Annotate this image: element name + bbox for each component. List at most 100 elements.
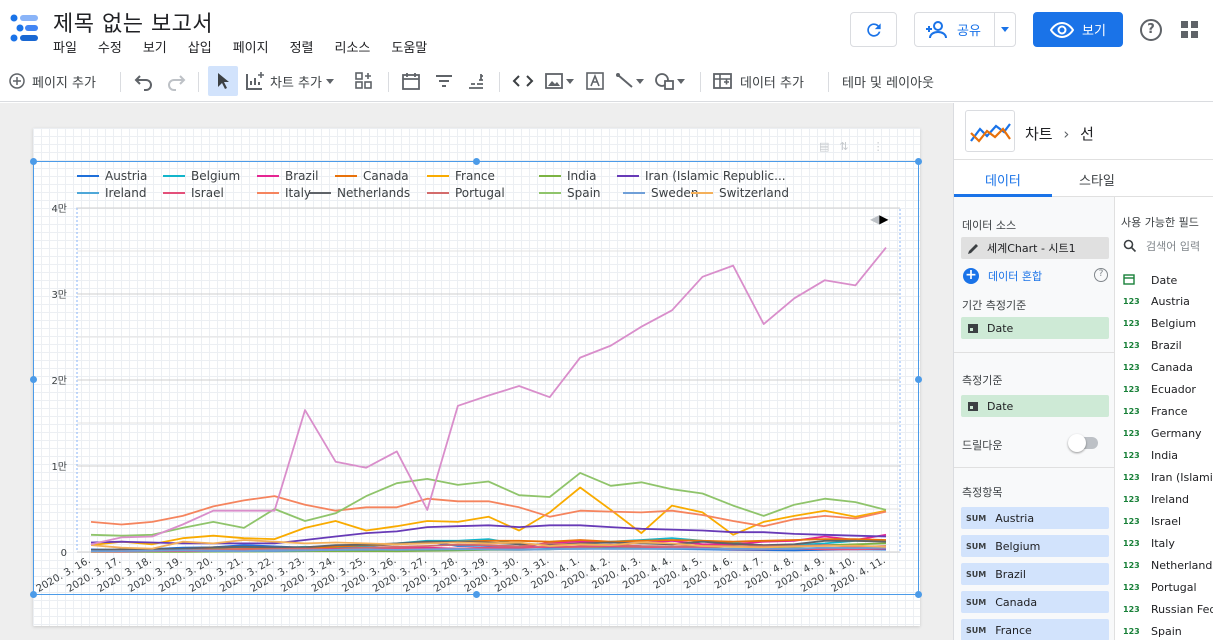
share-dropdown-icon[interactable]	[1001, 27, 1009, 32]
metric-chip[interactable]: SUM Belgium	[961, 535, 1109, 557]
menu-insert[interactable]: 삽입	[188, 37, 212, 56]
image-button[interactable]	[544, 62, 575, 100]
aggregation-label[interactable]: SUM	[966, 514, 986, 523]
legend-item[interactable]: Israel	[163, 186, 224, 200]
legend-item[interactable]: Canada	[335, 169, 409, 183]
legend-item[interactable]: Netherlands	[309, 186, 410, 200]
aggregation-label[interactable]: SUM	[966, 598, 986, 607]
field-item[interactable]: 123 Israel	[1123, 515, 1181, 528]
help-circle-icon[interactable]: ?	[1094, 268, 1108, 282]
tab-style[interactable]: 스타일	[1079, 170, 1115, 189]
legend-item[interactable]: Switzerland	[691, 186, 789, 200]
metric-chip[interactable]: SUM Canada	[961, 591, 1109, 613]
field-item[interactable]: 123 Austria	[1123, 295, 1190, 308]
legend-item[interactable]: Italy	[257, 186, 311, 200]
resize-handle-l[interactable]	[30, 376, 37, 383]
report-page[interactable]: ▤ ⇅ ⋮ 0 1만 2만 3만 4만 2020. 3. 16. 2020. 3. 17. 2…	[30, 128, 922, 626]
edit-pencil-icon[interactable]	[963, 237, 983, 259]
aggregation-label[interactable]: SUM	[966, 542, 986, 551]
menu-page[interactable]: 페이지	[233, 37, 269, 56]
data-source-chip[interactable]: 세계Chart - 시트1	[961, 237, 1109, 259]
legend-item[interactable]: Portugal	[427, 186, 505, 200]
resize-handle-bl[interactable]	[30, 591, 37, 598]
sort-direction-icon[interactable]: ⇅	[839, 140, 848, 153]
apps-grid-icon[interactable]	[1181, 21, 1199, 39]
embed-code-button[interactable]	[512, 62, 534, 100]
add-page-button[interactable]: 페이지 추가	[8, 62, 96, 100]
legend-prev-icon[interactable]: ◀	[870, 212, 879, 226]
menu-resource[interactable]: 리소스	[335, 37, 371, 56]
resize-handle-t[interactable]	[473, 158, 480, 165]
aggregation-label[interactable]: SUM	[966, 570, 986, 579]
add-control-button[interactable]	[354, 62, 374, 100]
add-data-button[interactable]: 데이터 추가	[712, 62, 804, 100]
add-chart-button[interactable]: 차트 추가	[245, 62, 335, 100]
help-icon[interactable]: ?	[1140, 19, 1162, 41]
legend-item[interactable]: Ireland	[77, 186, 147, 200]
legend-next-icon[interactable]: ▶	[879, 212, 888, 226]
drilldown-toggle[interactable]	[1068, 434, 1098, 452]
field-item[interactable]: 123 Netherlands	[1123, 559, 1213, 572]
menu-arrange[interactable]: 정렬	[290, 37, 314, 56]
field-item[interactable]: 123 Italy	[1123, 537, 1175, 550]
chart-options-icon[interactable]: ▤	[819, 140, 829, 153]
resize-handle-r[interactable]	[915, 376, 922, 383]
resize-handle-br[interactable]	[915, 591, 922, 598]
refresh-button[interactable]	[850, 12, 897, 47]
legend-item[interactable]: Austria	[77, 169, 147, 183]
redo-button[interactable]	[166, 62, 186, 100]
field-item[interactable]: 123 Portugal	[1123, 581, 1197, 594]
line-tool-button[interactable]	[615, 62, 645, 100]
report-canvas[interactable]: ▤ ⇅ ⋮ 0 1만 2만 3만 4만 2020. 3. 16. 2020. 3. 17. 2…	[0, 103, 953, 640]
field-item-date[interactable]: Date	[1123, 273, 1177, 288]
legend-item[interactable]: Iran (Islamic Republic...	[617, 169, 786, 183]
field-item[interactable]: 123 Brazil	[1123, 339, 1182, 352]
metric-chip[interactable]: SUM France	[961, 619, 1109, 640]
field-item[interactable]: 123 Canada	[1123, 361, 1193, 374]
field-search-box[interactable]: 검색어 입력	[1123, 238, 1200, 254]
field-item[interactable]: 123 Ireland	[1123, 493, 1189, 506]
more-vert-icon[interactable]: ⋮	[873, 140, 884, 153]
theme-layout-button[interactable]: 테마 및 레이아웃	[842, 62, 934, 100]
aggregation-label[interactable]: SUM	[966, 626, 986, 635]
legend-pagination[interactable]: ◀▶	[870, 212, 888, 226]
share-button[interactable]: 공유	[914, 12, 1016, 47]
field-item[interactable]: 123 Spain	[1123, 625, 1182, 638]
filter-control-button[interactable]	[434, 62, 454, 100]
legend-item[interactable]: India	[539, 169, 596, 183]
legend-item[interactable]: France	[427, 169, 495, 183]
line-chart[interactable]: 0 1만 2만 3만 4만 2020. 3. 16. 2020. 3. 17. 2020. 3…	[30, 158, 922, 598]
report-title[interactable]: 제목 없는 보고서	[53, 6, 213, 38]
resize-handle-tr[interactable]	[915, 158, 922, 165]
field-item[interactable]: 123 Belgium	[1123, 317, 1196, 330]
date-range-dimension-chip[interactable]: Date	[961, 317, 1109, 339]
metric-chip[interactable]: SUM Brazil	[961, 563, 1109, 585]
chart-type-picker[interactable]	[965, 110, 1015, 152]
sort-button[interactable]	[466, 62, 486, 100]
menu-help[interactable]: 도움말	[391, 37, 427, 56]
legend-item[interactable]: Belgium	[163, 169, 240, 183]
text-box-button[interactable]	[585, 62, 605, 100]
menu-view[interactable]: 보기	[143, 37, 167, 56]
field-item[interactable]: 123 Russian Fed	[1123, 603, 1213, 616]
field-item[interactable]: 123 France	[1123, 405, 1188, 418]
metric-chip[interactable]: SUM Austria	[961, 507, 1109, 529]
shape-tool-button[interactable]	[654, 62, 686, 100]
menu-file[interactable]: 파일	[53, 37, 77, 56]
field-item[interactable]: 123 India	[1123, 449, 1178, 462]
legend-item[interactable]: Sweden	[623, 186, 698, 200]
legend-item[interactable]: Spain	[539, 186, 601, 200]
blend-data-button[interactable]: + 데이터 혼합	[963, 268, 1042, 284]
select-tool-button[interactable]	[208, 66, 238, 96]
field-item[interactable]: 123 Ecuador	[1123, 383, 1196, 396]
tab-data[interactable]: 데이터	[985, 170, 1021, 189]
date-range-button[interactable]	[401, 62, 421, 100]
resize-handle-tl[interactable]	[30, 158, 37, 165]
view-button[interactable]: 보기	[1033, 12, 1123, 47]
field-item[interactable]: 123 Germany	[1123, 427, 1202, 440]
data-studio-logo[interactable]	[10, 14, 40, 42]
menu-edit[interactable]: 수정	[98, 37, 122, 56]
field-item[interactable]: 123 Iran (Islamic	[1123, 471, 1213, 484]
dimension-chip[interactable]: Date	[961, 395, 1109, 417]
legend-item[interactable]: Brazil	[257, 169, 319, 183]
